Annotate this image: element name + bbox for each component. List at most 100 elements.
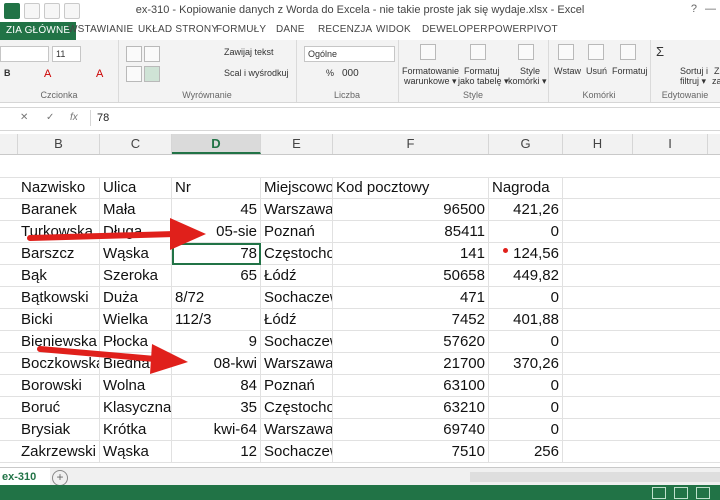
cell-nagroda[interactable]: 449,82 bbox=[489, 265, 563, 287]
cell-nazwisko[interactable]: Baranek bbox=[18, 199, 100, 221]
tab-powerpivot[interactable]: POWERPIVOT bbox=[488, 24, 558, 35]
tab-developer[interactable]: DEWELOPER bbox=[422, 24, 488, 35]
cell-nagroda[interactable]: 0 bbox=[489, 287, 563, 309]
cell-nagroda[interactable]: 0 bbox=[489, 375, 563, 397]
cell-nr[interactable]: 45 bbox=[172, 199, 261, 221]
column-header-d[interactable]: D bbox=[172, 134, 261, 154]
cell-nagroda[interactable]: 401,88 bbox=[489, 309, 563, 331]
select-all-corner[interactable] bbox=[0, 134, 18, 154]
autosum-icon[interactable]: Σ bbox=[656, 44, 664, 59]
cell-nr[interactable]: 65 bbox=[172, 265, 261, 287]
cell-nagroda[interactable]: 0 bbox=[489, 331, 563, 353]
cell-kod[interactable]: 57620 bbox=[333, 331, 489, 353]
cell-nr[interactable]: 12 bbox=[172, 441, 261, 463]
cell-ulica[interactable]: Wąska bbox=[100, 243, 172, 265]
cell-kod[interactable]: 85411 bbox=[333, 221, 489, 243]
align-middle-icon[interactable] bbox=[144, 46, 160, 62]
formula-input[interactable]: 78 bbox=[97, 112, 109, 124]
cell-nr[interactable]: 35 bbox=[172, 397, 261, 419]
help-icon[interactable]: ? bbox=[691, 3, 697, 15]
cell-nazwisko[interactable]: Borowski bbox=[18, 375, 100, 397]
cell-kod[interactable]: 21700 bbox=[333, 353, 489, 375]
cell-miejscowosc[interactable]: Poznań bbox=[261, 375, 333, 397]
column-header-b[interactable]: B bbox=[18, 134, 100, 154]
tab-insert[interactable]: WSTAWIANIE bbox=[68, 24, 133, 35]
cell-miejscowosc[interactable]: Warszawa bbox=[261, 419, 333, 441]
cell-header-nr[interactable]: Nr bbox=[172, 177, 261, 199]
tab-data[interactable]: DANE bbox=[276, 24, 305, 35]
font-color-button[interactable]: A bbox=[44, 68, 51, 80]
cell-ulica[interactable]: Wąska bbox=[100, 441, 172, 463]
cell-miejscowosc[interactable]: Sochaczew bbox=[261, 441, 333, 463]
enter-icon[interactable]: ✓ bbox=[46, 112, 54, 123]
cell-miejscowosc[interactable]: Łódź bbox=[261, 309, 333, 331]
cell-nr[interactable]: 05-sie bbox=[172, 221, 261, 243]
insert-cells-icon[interactable] bbox=[558, 44, 574, 60]
column-header-g[interactable]: G bbox=[489, 134, 563, 154]
format-table-label-1[interactable]: Formatuj bbox=[464, 66, 500, 76]
cell-nazwisko[interactable]: Boruć bbox=[18, 397, 100, 419]
format-button[interactable]: Formatuj bbox=[612, 66, 648, 76]
cell-ulica[interactable]: Klasyczna bbox=[100, 397, 172, 419]
cell-nr[interactable]: kwi-64 bbox=[172, 419, 261, 441]
cancel-icon[interactable]: ✕ bbox=[20, 112, 28, 123]
font-color-button-2[interactable]: A bbox=[96, 68, 103, 80]
cell-nagroda[interactable]: 370,26 bbox=[489, 353, 563, 375]
cell-header-miejscowosc[interactable]: Miejscowo bbox=[261, 177, 333, 199]
cell-miejscowosc[interactable]: Poznań bbox=[261, 221, 333, 243]
cell-miejscowosc[interactable]: Sochaczew bbox=[261, 287, 333, 309]
cell-ulica[interactable]: Wielka bbox=[100, 309, 172, 331]
tab-home[interactable]: ZIA GŁÓWNE bbox=[0, 22, 77, 40]
cell-ulica[interactable]: Szeroka bbox=[100, 265, 172, 287]
cell-nr[interactable]: 8/72 bbox=[172, 287, 261, 309]
number-format-combo[interactable]: Ogólne bbox=[304, 46, 395, 62]
cell-nr[interactable]: 112/3 bbox=[172, 309, 261, 331]
cell-ulica[interactable]: Wolna bbox=[100, 375, 172, 397]
delete-cells-icon[interactable] bbox=[588, 44, 604, 60]
cell-styles-label-2[interactable]: komórki ▾ bbox=[508, 76, 547, 87]
minimize-icon[interactable]: — bbox=[705, 3, 716, 15]
cell-miejscowosc[interactable]: Warszawa bbox=[261, 199, 333, 221]
normal-view-icon[interactable] bbox=[652, 487, 666, 499]
sort-filter-label-2[interactable]: filtruj ▾ bbox=[680, 76, 706, 87]
thousands-button[interactable]: 000 bbox=[342, 68, 359, 79]
conditional-format-icon[interactable] bbox=[420, 44, 436, 60]
align-center-icon[interactable] bbox=[144, 66, 160, 82]
tab-formulas[interactable]: FORMUŁY bbox=[216, 24, 266, 35]
cell-ulica[interactable]: Biedna bbox=[100, 353, 172, 375]
cell-miejscowosc[interactable]: Częstochow bbox=[261, 243, 333, 265]
cell-nazwisko[interactable]: Turkowska bbox=[18, 221, 100, 243]
cell-nazwisko[interactable]: Bieniewska bbox=[18, 331, 100, 353]
align-left-icon[interactable] bbox=[126, 66, 142, 82]
cell-kod[interactable]: 471 bbox=[333, 287, 489, 309]
cell-nagroda[interactable]: 0 bbox=[489, 419, 563, 441]
cell-nr[interactable]: 08-kwi bbox=[172, 353, 261, 375]
tab-review[interactable]: RECENZJA bbox=[318, 24, 372, 35]
bold-button[interactable]: B bbox=[4, 68, 11, 78]
cell-kod[interactable]: 63100 bbox=[333, 375, 489, 397]
cell-kod[interactable]: 50658 bbox=[333, 265, 489, 287]
cell-kod[interactable]: 96500 bbox=[333, 199, 489, 221]
align-top-icon[interactable] bbox=[126, 46, 142, 62]
wrap-text-button[interactable]: Zawijaj tekst bbox=[224, 47, 274, 57]
tab-page-layout[interactable]: UKŁAD STRONY bbox=[138, 24, 218, 35]
cell-nagroda[interactable]: 421,26 bbox=[489, 199, 563, 221]
cell-header-kod[interactable]: Kod pocztowy bbox=[333, 177, 489, 199]
font-size-combo[interactable]: 11 bbox=[52, 46, 81, 62]
tab-view[interactable]: WIDOK bbox=[376, 24, 411, 35]
cell-styles-icon[interactable] bbox=[518, 44, 534, 60]
name-box[interactable] bbox=[0, 111, 20, 125]
percent-button[interactable]: % bbox=[326, 68, 334, 78]
horizontal-scrollbar[interactable] bbox=[470, 472, 720, 482]
cell-miejscowosc[interactable]: Warszawa bbox=[261, 353, 333, 375]
cell-miejscowosc[interactable]: Łódź bbox=[261, 265, 333, 287]
cell-kod[interactable]: 69740 bbox=[333, 419, 489, 441]
merge-center-button[interactable]: Scal i wyśrodkuj bbox=[224, 68, 289, 78]
add-sheet-icon[interactable]: + bbox=[52, 470, 68, 486]
sort-filter-label-1[interactable]: Sortuj i bbox=[680, 66, 708, 76]
page-layout-view-icon[interactable] bbox=[674, 487, 688, 499]
conditional-format-label-1[interactable]: Formatowanie bbox=[402, 66, 459, 76]
cell-ulica[interactable]: Duża bbox=[100, 287, 172, 309]
format-table-label-2[interactable]: jako tabelę ▾ bbox=[458, 76, 509, 87]
column-header-i[interactable]: I bbox=[633, 134, 708, 154]
